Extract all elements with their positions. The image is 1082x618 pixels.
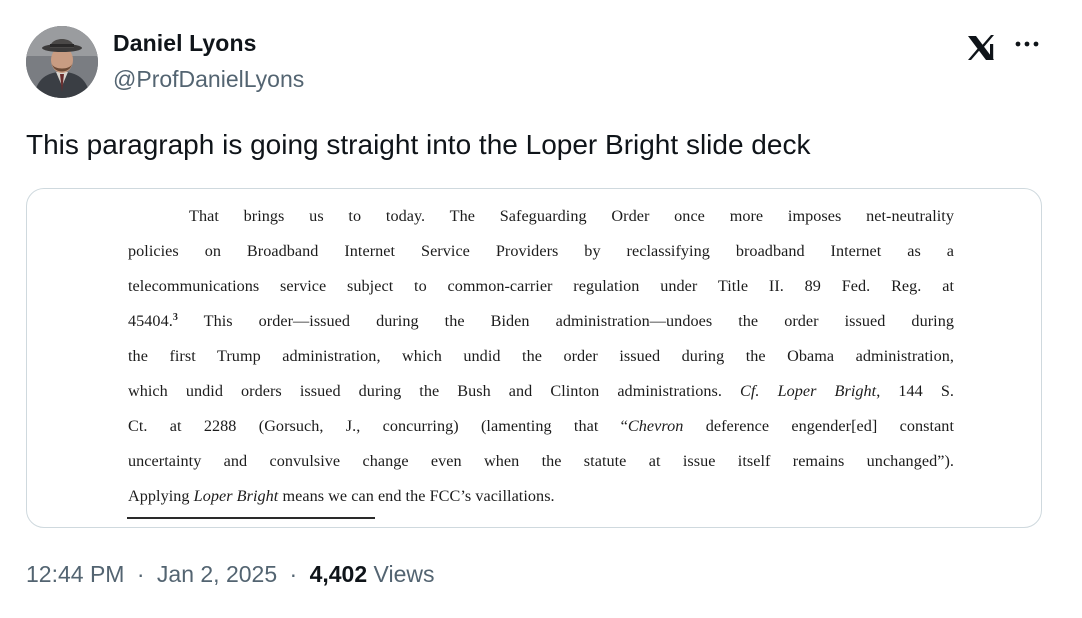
x-logo-icon[interactable] xyxy=(964,30,998,64)
user-handle[interactable]: @ProfDanielLyons xyxy=(113,66,304,93)
separator-dot: · xyxy=(289,561,298,587)
document-line: Ct. at 2288 (Gorsuch, J., concurring) (l… xyxy=(128,409,954,444)
separator-dot: · xyxy=(136,561,145,587)
line-text: Applying xyxy=(128,487,194,505)
citation-text: 45404. xyxy=(128,312,173,330)
user-avatar-icon xyxy=(26,26,98,98)
more-icon[interactable] xyxy=(1012,32,1042,56)
case-name: Chevron xyxy=(627,417,684,435)
document-paragraph: That brings us to today. The Safeguardin… xyxy=(128,199,954,514)
line-text: means we can end the FCC’s vacillations. xyxy=(278,487,555,505)
document-line: telecommunications service subject to co… xyxy=(128,277,954,295)
tweet-meta: 12:44 PM · Jan 2, 2025 · 4,402 Views xyxy=(26,561,434,588)
document-line: Applying Loper Bright means we can end t… xyxy=(128,479,954,514)
tweet-date[interactable]: Jan 2, 2025 xyxy=(157,561,277,587)
case-name: Loper Bright xyxy=(193,487,279,505)
tweet-time[interactable]: 12:44 PM xyxy=(26,561,124,587)
attached-image[interactable]: That brings us to today. The Safeguardin… xyxy=(26,188,1042,528)
document-line: 45404.3 This order—issued during the Bid… xyxy=(128,304,954,339)
line-text: deference engender[ed] constant xyxy=(683,417,954,435)
avatar[interactable] xyxy=(26,26,98,98)
line-text: Ct. at 2288 (Gorsuch, J., concurring) (l… xyxy=(128,417,628,435)
footnote-divider xyxy=(127,517,375,519)
tweet-text: This paragraph is going straight into th… xyxy=(26,129,811,160)
case-citation: Cf. Loper Bright xyxy=(740,382,877,400)
views-count[interactable]: 4,402 xyxy=(310,561,368,587)
display-name[interactable]: Daniel Lyons xyxy=(113,30,257,57)
line-text: , 144 S. xyxy=(876,382,954,400)
line-text: which undid orders issued during the Bus… xyxy=(128,382,741,400)
document-line: uncertainty and convulsive change even w… xyxy=(128,452,954,470)
document-line: which undid orders issued during the Bus… xyxy=(128,374,954,409)
document-line: policies on Broadband Internet Service P… xyxy=(128,242,954,260)
views-label: Views xyxy=(373,561,435,587)
line-text: This order—issued during the Biden admin… xyxy=(177,312,954,330)
document-line: the first Trump administration, which un… xyxy=(128,347,954,365)
document-line: That brings us to today. The Safeguardin… xyxy=(189,207,954,225)
